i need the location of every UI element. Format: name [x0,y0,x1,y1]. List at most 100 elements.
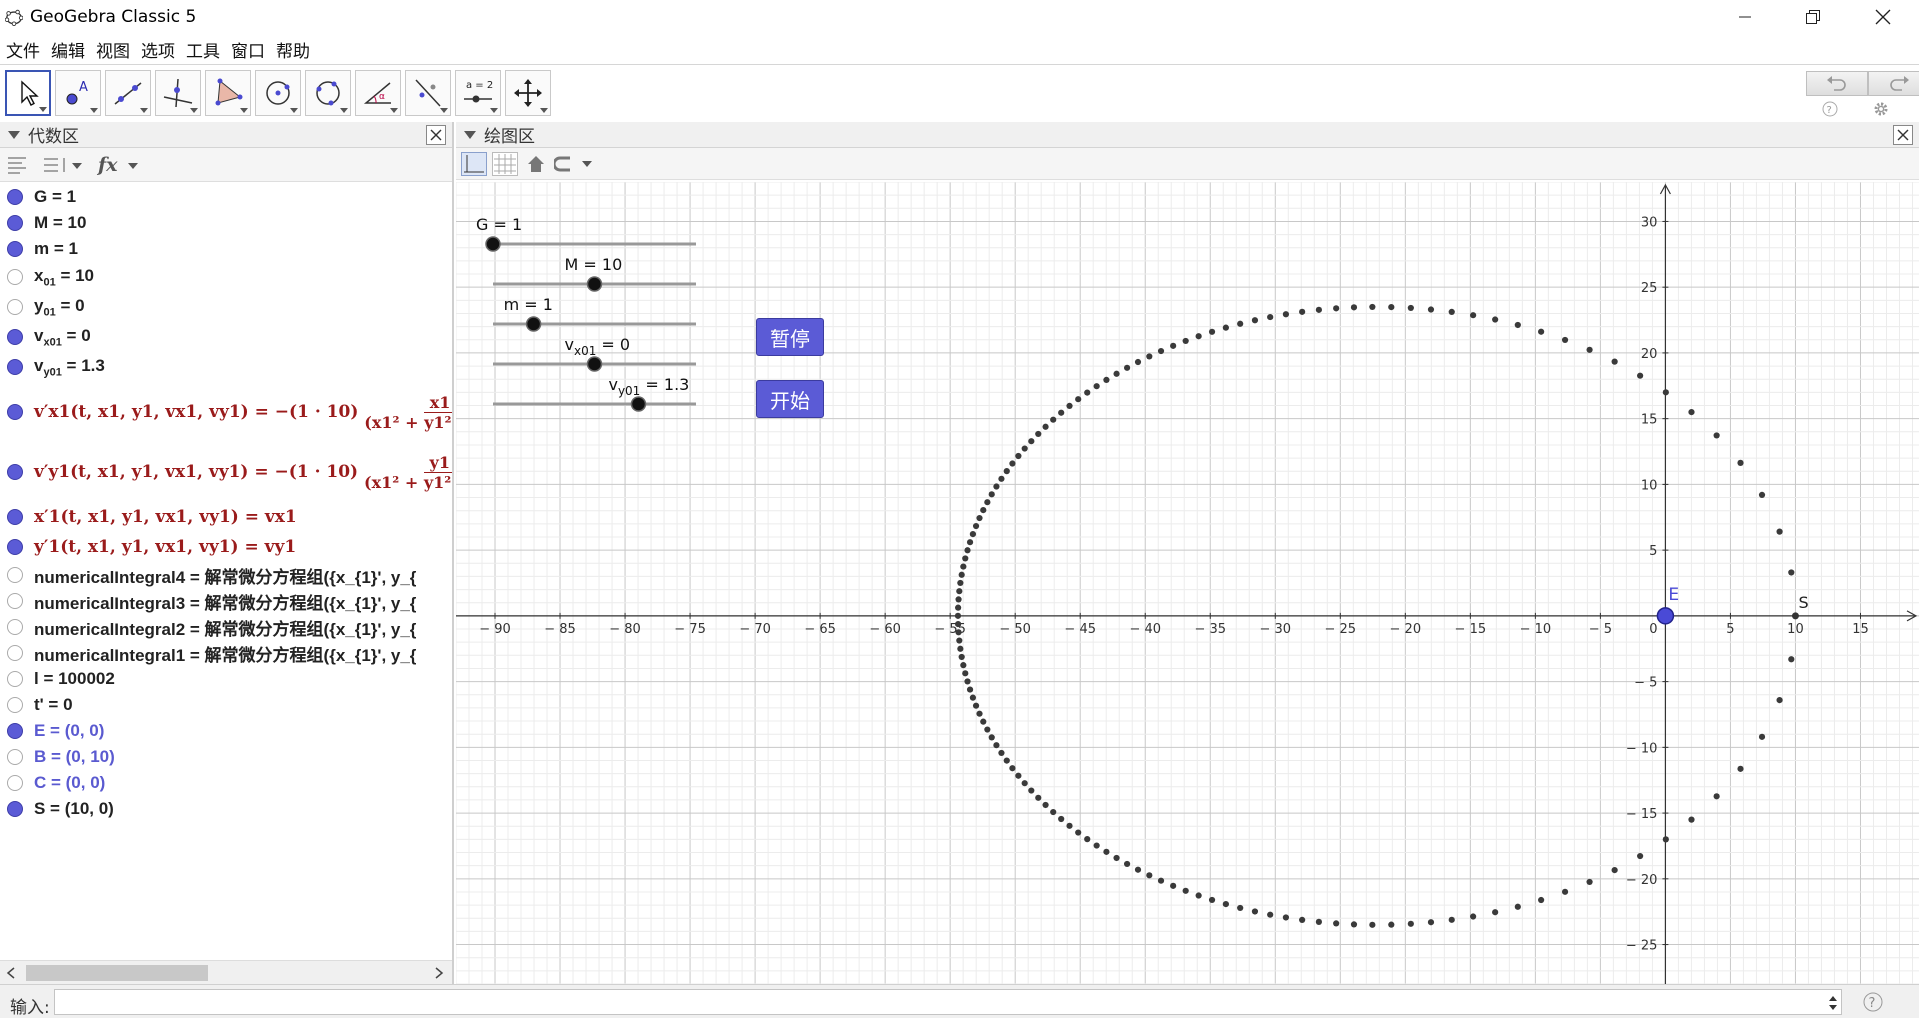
tool-line[interactable] [105,70,151,116]
tool-slider[interactable]: a = 2 [455,70,501,116]
algebra-row-G[interactable]: G = 1 [0,184,452,210]
algebra-row-B[interactable]: B = (0, 10) [0,744,452,770]
visibility-dot[interactable] [7,619,23,635]
visibility-dot[interactable] [7,359,23,375]
grid-toggle-icon[interactable] [492,152,518,176]
visibility-dot[interactable] [7,645,23,661]
visibility-dot[interactable] [7,801,23,817]
orbit-point [1093,383,1100,390]
algebra-row-vx01[interactable]: vx01 = 0 [0,322,452,352]
tool-perpendicular[interactable] [155,70,201,116]
algebra-row-vy01[interactable]: vy01 = 1.3 [0,352,452,382]
visibility-dot[interactable] [7,671,23,687]
gear-icon[interactable] [1872,100,1890,118]
slider-knob[interactable] [485,236,501,252]
point-capture-icon[interactable] [554,154,598,174]
orbit-point [960,563,967,570]
chevron-left-icon[interactable] [6,967,16,979]
algebra-row-S[interactable]: S = (10, 0) [0,796,452,822]
menu-options[interactable]: 选项 [141,37,175,62]
visibility-dot[interactable] [7,775,23,791]
algebra-row-C[interactable]: C = (0, 0) [0,770,452,796]
visibility-dot[interactable] [7,241,23,257]
horizontal-scrollbar[interactable] [0,960,452,984]
orbit-point [1776,528,1783,535]
visibility-dot[interactable] [7,697,23,713]
menu-window[interactable]: 窗口 [231,37,265,62]
fraction: y1(x1² + y1²)^(3/2) [364,453,452,492]
slider-knob[interactable] [586,356,603,372]
visibility-dot[interactable] [7,539,23,555]
menu-lines-icon[interactable] [7,156,27,174]
axes-toggle-icon[interactable] [461,152,487,176]
tool-move[interactable] [5,70,51,116]
algebra-row-numericalIntegral4[interactable]: numericalIntegral4 = 解常微分方程组({x_{1}', y_… [0,562,452,588]
algebra-row-l[interactable]: l = 100002 [0,666,452,692]
orbit-point [1084,389,1091,396]
visibility-dot[interactable] [7,749,23,765]
command-input[interactable] [54,989,1842,1015]
x-tick-label: − 20 [1390,622,1422,637]
algebra-row-M[interactable]: M = 10 [0,210,452,236]
visibility-dot[interactable] [7,215,23,231]
tool-reflect[interactable] [405,70,451,116]
slider-knob[interactable] [525,316,542,332]
menu-edit[interactable]: 编辑 [51,37,85,62]
visibility-dot[interactable] [7,464,23,480]
redo-button[interactable] [1868,71,1919,96]
tool-circle-center[interactable] [255,70,301,116]
help-icon[interactable]: ? [1863,992,1883,1012]
visibility-dot[interactable] [7,189,23,205]
graphics-canvas[interactable]: − 90− 85− 80− 75− 70− 65− 60− 55− 50− 45… [456,182,1919,984]
tool-point[interactable]: A [55,70,101,116]
undo-button[interactable] [1806,71,1868,96]
algebra-row-numericalIntegral1[interactable]: numericalIntegral1 = 解常微分方程组({x_{1}', y_… [0,640,452,666]
algebra-row-ode-y1[interactable]: y′1(t, x1, y1, vx1, vy1) = vy1 [0,532,452,562]
menu-file[interactable]: 文件 [6,37,40,62]
visibility-dot[interactable] [7,723,23,739]
home-icon[interactable] [526,154,546,174]
tool-move-graphics[interactable] [505,70,551,116]
algebra-row-t[interactable]: t' = 0 [0,692,452,718]
algebra-row-ode-x1[interactable]: x′1(t, x1, y1, vx1, vy1) = vx1 [0,502,452,532]
algebra-row-numericalIntegral3[interactable]: numericalIntegral3 = 解常微分方程组({x_{1}', y_… [0,588,452,614]
visibility-dot[interactable] [7,593,23,609]
visibility-dot[interactable] [7,299,23,315]
algebra-row-E[interactable]: E = (0, 0) [0,718,452,744]
pause-button[interactable]: 暂停 [756,318,824,356]
menu-view[interactable]: 视图 [96,37,130,62]
sort-icon[interactable] [42,156,88,174]
algebra-row-ode-vx1[interactable]: v′x1(t, x1, y1, vx1, vy1) = −(1 · 10) x1… [0,382,452,442]
tool-polygon[interactable] [205,70,251,116]
fx-icon[interactable]: fx [96,154,144,176]
help-icon[interactable]: ? [1822,101,1838,117]
menu-tools[interactable]: 工具 [186,37,220,62]
scroll-thumb[interactable] [26,965,208,981]
algebra-row-numericalIntegral2[interactable]: numericalIntegral2 = 解常微分方程组({x_{1}', y_… [0,614,452,640]
visibility-dot[interactable] [7,329,23,345]
collapse-triangle-icon[interactable] [8,130,20,139]
visibility-dot[interactable] [7,509,23,525]
geogebra-logo-icon [5,9,23,26]
restore-button[interactable] [1790,0,1836,34]
tool-circle-three-points[interactable] [305,70,351,116]
close-graphics-button[interactable] [1893,125,1913,145]
menu-help[interactable]: 帮助 [276,37,310,62]
close-algebra-button[interactable] [426,125,446,145]
visibility-dot[interactable] [7,269,23,285]
updown-arrows-icon[interactable] [1828,995,1838,1011]
algebra-row-y01[interactable]: y01 = 0 [0,292,452,322]
start-button[interactable]: 开始 [756,380,824,418]
visibility-dot[interactable] [7,404,23,420]
algebra-row-ode-vy1[interactable]: v′y1(t, x1, y1, vx1, vy1) = −(1 · 10) y1… [0,442,452,502]
slider-knob[interactable] [586,276,603,292]
algebra-row-x01[interactable]: x01 = 10 [0,262,452,292]
slider-knob[interactable] [630,396,647,412]
close-window-button[interactable] [1860,0,1906,34]
collapse-triangle-icon[interactable] [464,130,476,139]
minimize-button[interactable] [1722,0,1768,34]
algebra-row-m[interactable]: m = 1 [0,236,452,262]
chevron-right-icon[interactable] [434,967,444,979]
tool-angle[interactable]: α [355,70,401,116]
visibility-dot[interactable] [7,567,23,583]
